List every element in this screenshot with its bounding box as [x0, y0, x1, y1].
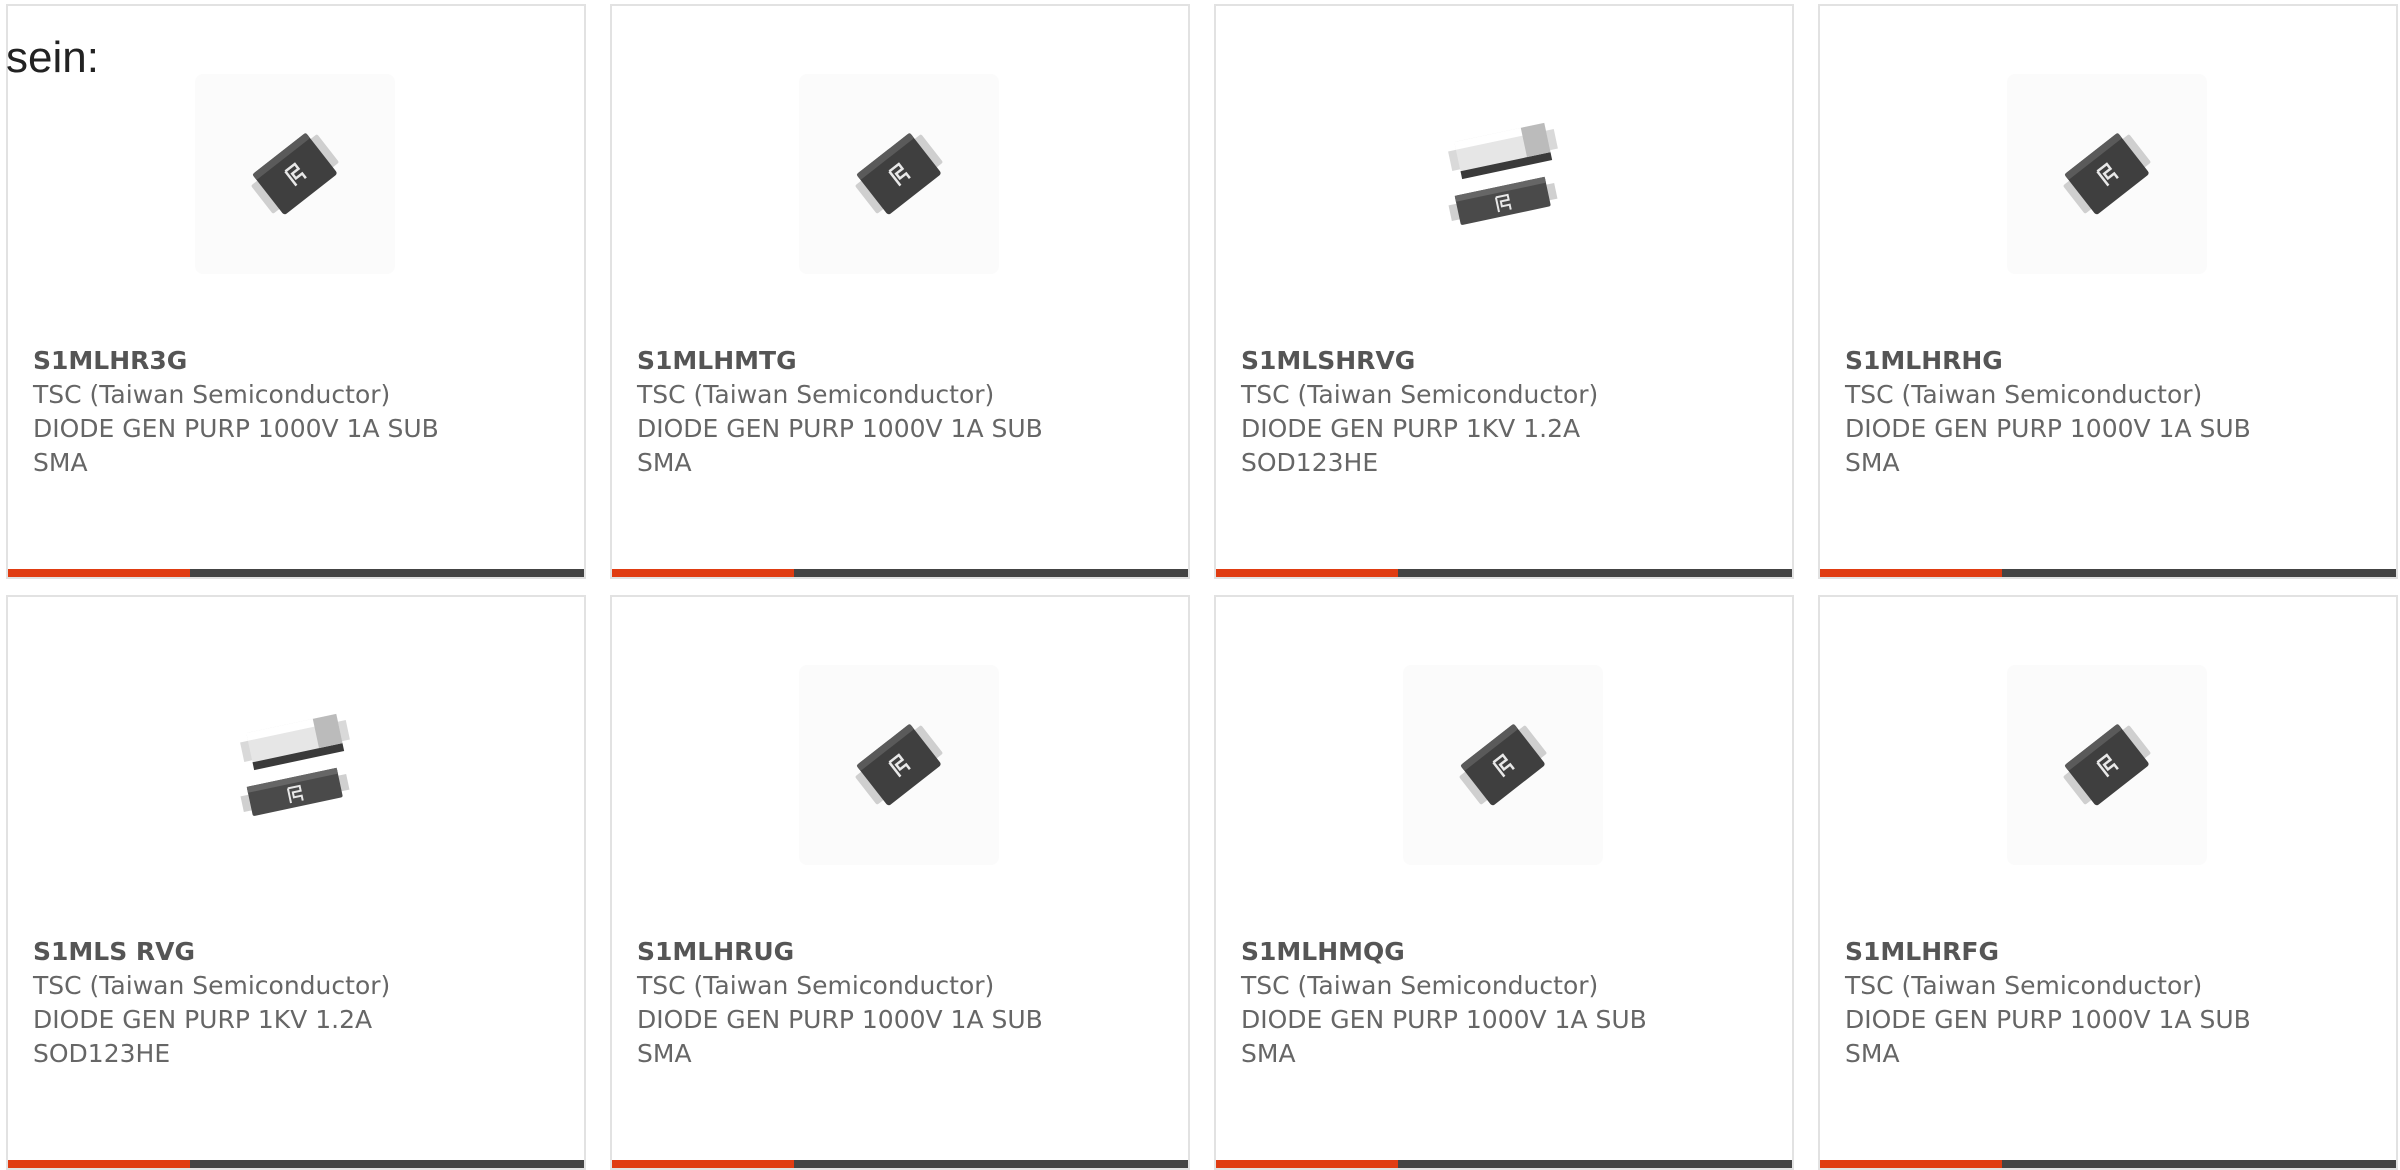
product-info: S1MLHRHG TSC (Taiwan Semiconductor) DIOD…	[1845, 344, 2365, 480]
card-accent-bar	[1820, 1160, 2396, 1168]
product-card[interactable]: S1MLHMQG TSC (Taiwan Semiconductor) DIOD…	[1214, 595, 1794, 1170]
sma-diode-icon	[2063, 133, 2151, 215]
product-info: S1MLHRFG TSC (Taiwan Semiconductor) DIOD…	[1845, 935, 2365, 1071]
product-manufacturer: TSC (Taiwan Semiconductor)	[637, 380, 995, 409]
product-description: DIODE GEN PURP 1000V 1A SUB SMA	[1845, 1005, 2251, 1068]
product-card[interactable]: S1MLHMTG TSC (Taiwan Semiconductor) DIOD…	[610, 4, 1190, 579]
product-description: DIODE GEN PURP 1KV 1.2A SOD123HE	[33, 1005, 373, 1068]
product-image[interactable]	[2007, 74, 2207, 274]
card-accent-bar	[8, 1160, 584, 1168]
product-manufacturer: TSC (Taiwan Semiconductor)	[1845, 971, 2203, 1000]
product-image[interactable]	[1403, 665, 1603, 865]
product-description: DIODE GEN PURP 1000V 1A SUB SMA	[637, 414, 1043, 477]
product-manufacturer: TSC (Taiwan Semiconductor)	[637, 971, 995, 1000]
product-description: DIODE GEN PURP 1000V 1A SUB SMA	[33, 414, 439, 477]
sma-diode-icon	[855, 133, 943, 215]
card-accent-bar	[1216, 1160, 1792, 1168]
product-info: S1MLHR3G TSC (Taiwan Semiconductor) DIOD…	[33, 344, 553, 480]
product-mpn[interactable]: S1MLSHRVG	[1241, 344, 1761, 378]
product-description: DIODE GEN PURP 1KV 1.2A SOD123HE	[1241, 414, 1581, 477]
product-manufacturer: TSC (Taiwan Semiconductor)	[1845, 380, 2203, 409]
product-mpn[interactable]: S1MLHR3G	[33, 344, 553, 378]
product-description: DIODE GEN PURP 1000V 1A SUB SMA	[1845, 414, 2251, 477]
product-image[interactable]	[1403, 74, 1603, 274]
card-accent-bar	[612, 569, 1188, 577]
product-image[interactable]	[799, 665, 999, 865]
product-card[interactable]: S1MLHR3G TSC (Taiwan Semiconductor) DIOD…	[6, 4, 586, 579]
product-manufacturer: TSC (Taiwan Semiconductor)	[33, 971, 391, 1000]
product-info: S1MLSHRVG TSC (Taiwan Semiconductor) DIO…	[1241, 344, 1761, 480]
sod123he-diode-icon	[240, 713, 350, 816]
sod123he-diode-icon	[1448, 122, 1558, 225]
product-mpn[interactable]: S1MLHRFG	[1845, 935, 2365, 969]
product-manufacturer: TSC (Taiwan Semiconductor)	[33, 380, 391, 409]
sma-diode-icon	[251, 133, 339, 215]
intro-text: sein:	[6, 33, 99, 82]
card-accent-bar	[612, 1160, 1188, 1168]
product-image[interactable]	[195, 74, 395, 274]
product-card[interactable]: S1MLHRHG TSC (Taiwan Semiconductor) DIOD…	[1818, 4, 2398, 579]
product-card[interactable]: S1MLHRUG TSC (Taiwan Semiconductor) DIOD…	[610, 595, 1190, 1170]
sma-diode-icon	[1459, 724, 1547, 806]
product-info: S1MLS RVG TSC (Taiwan Semiconductor) DIO…	[33, 935, 553, 1071]
product-manufacturer: TSC (Taiwan Semiconductor)	[1241, 971, 1599, 1000]
product-info: S1MLHRUG TSC (Taiwan Semiconductor) DIOD…	[637, 935, 1157, 1071]
product-card[interactable]: S1MLHRFG TSC (Taiwan Semiconductor) DIOD…	[1818, 595, 2398, 1170]
product-card[interactable]: S1MLSHRVG TSC (Taiwan Semiconductor) DIO…	[1214, 4, 1794, 579]
card-accent-bar	[1216, 569, 1792, 577]
product-manufacturer: TSC (Taiwan Semiconductor)	[1241, 380, 1599, 409]
product-image[interactable]	[799, 74, 999, 274]
product-mpn[interactable]: S1MLHMQG	[1241, 935, 1761, 969]
product-info: S1MLHMTG TSC (Taiwan Semiconductor) DIOD…	[637, 344, 1157, 480]
product-mpn[interactable]: S1MLHMTG	[637, 344, 1157, 378]
product-grid: S1MLHR3G TSC (Taiwan Semiconductor) DIOD…	[6, 4, 2400, 1170]
sma-diode-icon	[855, 724, 943, 806]
card-accent-bar	[8, 569, 584, 577]
product-info: S1MLHMQG TSC (Taiwan Semiconductor) DIOD…	[1241, 935, 1761, 1071]
sma-diode-icon	[2063, 724, 2151, 806]
product-mpn[interactable]: S1MLHRUG	[637, 935, 1157, 969]
product-mpn[interactable]: S1MLS RVG	[33, 935, 553, 969]
product-mpn[interactable]: S1MLHRHG	[1845, 344, 2365, 378]
product-image[interactable]	[2007, 665, 2207, 865]
product-description: DIODE GEN PURP 1000V 1A SUB SMA	[1241, 1005, 1647, 1068]
product-description: DIODE GEN PURP 1000V 1A SUB SMA	[637, 1005, 1043, 1068]
product-card[interactable]: S1MLS RVG TSC (Taiwan Semiconductor) DIO…	[6, 595, 586, 1170]
card-accent-bar	[1820, 569, 2396, 577]
product-image[interactable]	[195, 665, 395, 865]
